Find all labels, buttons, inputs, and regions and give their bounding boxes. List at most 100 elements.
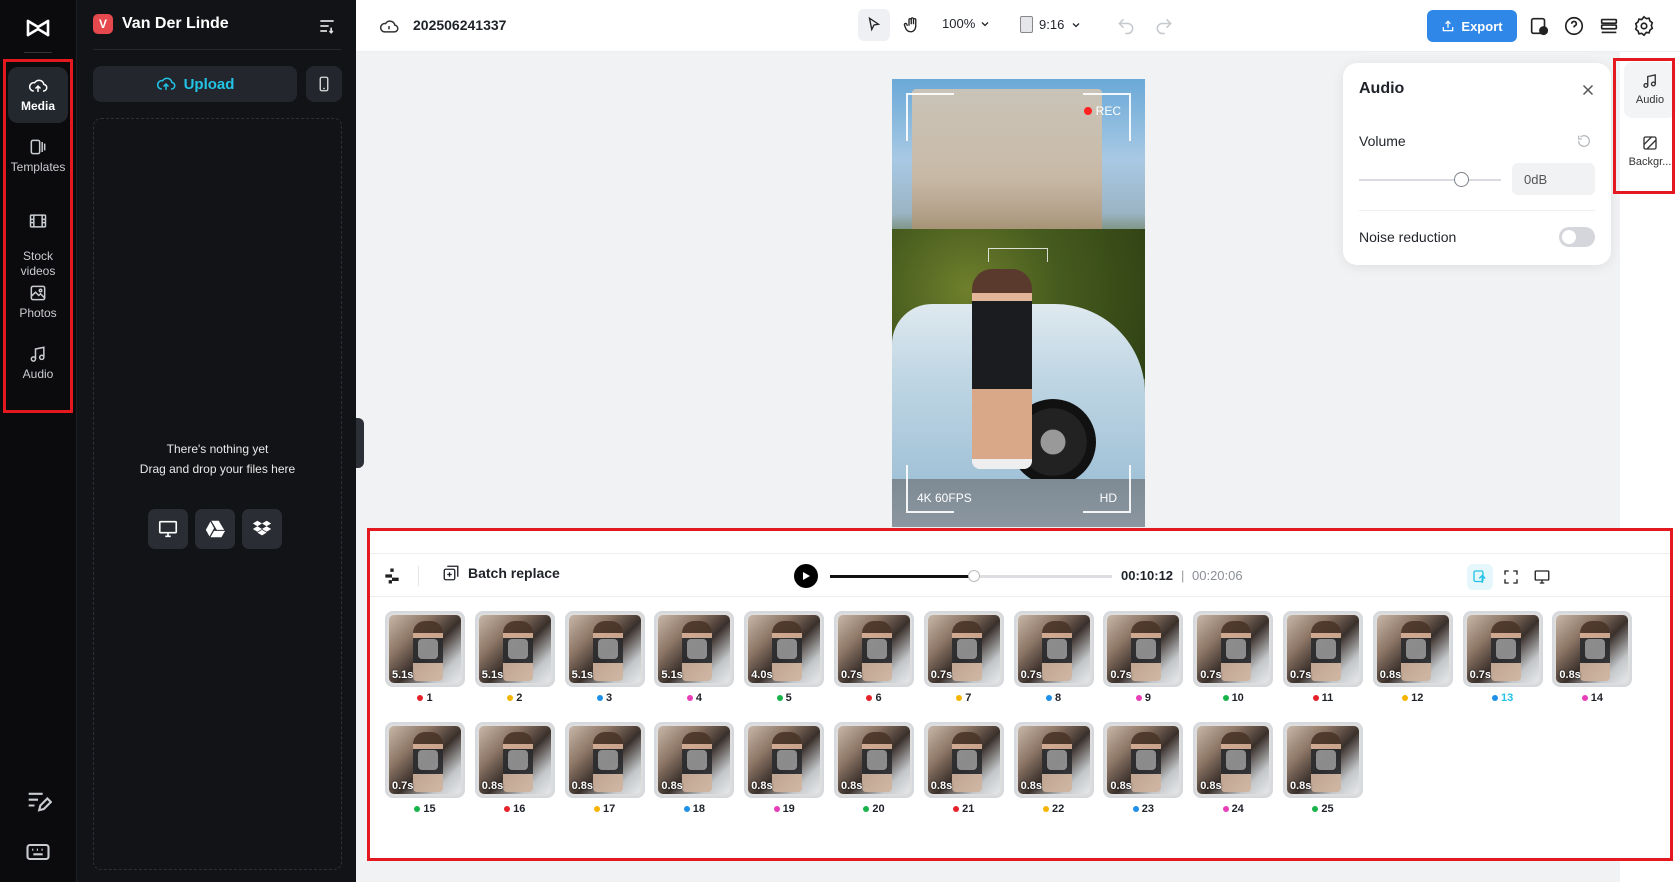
clip-thumbnail[interactable]: 0.7s bbox=[923, 611, 1004, 687]
playback-scrubber[interactable] bbox=[830, 570, 1112, 582]
clip-thumbnail[interactable]: 5.1s bbox=[564, 611, 645, 687]
replace-icon[interactable] bbox=[1405, 639, 1426, 659]
cloud-sync-icon[interactable] bbox=[378, 16, 400, 36]
clip-thumbnail[interactable]: 0.8s bbox=[1552, 611, 1633, 687]
replace-icon[interactable] bbox=[687, 750, 708, 770]
clip-thumbnail[interactable]: 0.8s bbox=[744, 722, 825, 798]
close-icon[interactable] bbox=[1579, 81, 1597, 99]
clip-item[interactable]: 0.8s 20 bbox=[834, 722, 914, 822]
replace-icon[interactable] bbox=[1585, 639, 1606, 659]
volume-slider-handle[interactable] bbox=[1454, 172, 1470, 187]
clip-item[interactable]: 0.7s 8 bbox=[1013, 611, 1094, 711]
clip-item[interactable]: 5.1s 1 bbox=[385, 611, 465, 711]
clip-item[interactable]: 0.8s 12 bbox=[1372, 611, 1453, 711]
help-icon[interactable] bbox=[1563, 15, 1585, 37]
replace-icon[interactable] bbox=[1226, 750, 1247, 770]
replace-icon[interactable] bbox=[956, 750, 977, 770]
clip-item[interactable]: 0.8s 25 bbox=[1283, 722, 1363, 822]
noise-reduction-toggle[interactable] bbox=[1559, 227, 1595, 247]
replace-icon[interactable] bbox=[507, 639, 528, 659]
replace-icon[interactable] bbox=[507, 750, 528, 770]
clip-item[interactable]: 0.7s 15 bbox=[385, 722, 465, 822]
clip-thumbnail[interactable]: 0.7s bbox=[1103, 611, 1184, 687]
dropbox-source-button[interactable] bbox=[242, 509, 282, 549]
clip-thumbnail[interactable]: 0.8s bbox=[564, 722, 645, 798]
clip-thumbnail[interactable]: 0.7s bbox=[385, 722, 465, 798]
batch-replace-button[interactable]: Batch replace bbox=[442, 564, 560, 582]
replace-icon[interactable] bbox=[1316, 750, 1336, 770]
project-header[interactable]: V Van Der Linde bbox=[93, 14, 229, 34]
clip-item[interactable]: 0.8s 17 bbox=[564, 722, 645, 822]
clip-thumbnail[interactable]: 5.1s bbox=[385, 611, 465, 687]
export-button[interactable]: Export bbox=[1427, 10, 1517, 42]
fullscreen-button[interactable] bbox=[1498, 564, 1524, 590]
video-preview[interactable]: REC 4K 60FPS HD bbox=[892, 79, 1145, 527]
clip-thumbnail[interactable]: 0.8s bbox=[923, 722, 1004, 798]
replace-mode-button[interactable] bbox=[1467, 564, 1493, 590]
clip-thumbnail[interactable]: 0.8s bbox=[1193, 722, 1274, 798]
menu-icon[interactable] bbox=[317, 16, 337, 36]
replace-icon[interactable] bbox=[597, 750, 618, 770]
clip-thumbnail[interactable]: 0.8s bbox=[1103, 722, 1184, 798]
replace-icon[interactable] bbox=[777, 639, 798, 659]
replace-icon[interactable] bbox=[867, 750, 887, 770]
play-button[interactable] bbox=[794, 564, 818, 588]
volume-slider-track[interactable] bbox=[1359, 179, 1501, 181]
clip-item[interactable]: 0.8s 19 bbox=[744, 722, 825, 822]
clip-item[interactable]: 0.7s 13 bbox=[1462, 611, 1543, 711]
google-drive-source-button[interactable] bbox=[195, 509, 235, 549]
replace-icon[interactable] bbox=[1046, 750, 1067, 770]
clip-item[interactable]: 0.8s 24 bbox=[1193, 722, 1274, 822]
right-tab-audio[interactable]: Audio bbox=[1624, 62, 1676, 118]
replace-icon[interactable] bbox=[597, 639, 618, 659]
clip-thumbnail[interactable]: 0.7s bbox=[834, 611, 914, 687]
replace-icon[interactable] bbox=[1046, 639, 1067, 659]
replace-icon[interactable] bbox=[777, 750, 798, 770]
settings-icon[interactable] bbox=[1633, 15, 1655, 37]
rail-item-audio[interactable]: Audio bbox=[8, 344, 68, 382]
clip-thumbnail[interactable]: 0.8s bbox=[654, 722, 735, 798]
computer-source-button[interactable] bbox=[148, 509, 188, 549]
edit-notes-icon[interactable] bbox=[24, 788, 52, 816]
drop-zone[interactable]: There's nothing yet Drag and drop your f… bbox=[93, 118, 342, 870]
clip-item[interactable]: 0.7s 11 bbox=[1283, 611, 1363, 711]
rail-item-templates[interactable]: Templates bbox=[8, 137, 68, 175]
capcut-logo-icon[interactable] bbox=[22, 12, 54, 44]
replace-icon[interactable] bbox=[1316, 639, 1336, 659]
clip-item[interactable]: 0.7s 6 bbox=[834, 611, 914, 711]
rail-item-photos[interactable]: Photos bbox=[8, 283, 68, 321]
layers-icon[interactable] bbox=[1598, 15, 1620, 37]
zoom-dropdown[interactable]: 100% bbox=[942, 16, 991, 31]
select-tool-button[interactable] bbox=[858, 9, 890, 41]
publish-icon[interactable] bbox=[1528, 15, 1550, 37]
clip-thumbnail[interactable]: 0.8s bbox=[1372, 611, 1453, 687]
clip-item[interactable]: 0.8s 16 bbox=[474, 722, 555, 822]
clip-item[interactable]: 5.1s 4 bbox=[654, 611, 735, 711]
clip-item[interactable]: 5.1s 3 bbox=[564, 611, 645, 711]
clip-thumbnail[interactable]: 0.7s bbox=[1193, 611, 1274, 687]
replace-icon[interactable] bbox=[1495, 639, 1516, 659]
undo-icon[interactable] bbox=[1116, 16, 1136, 36]
clip-thumbnail[interactable]: 0.7s bbox=[1283, 611, 1363, 687]
replace-icon[interactable] bbox=[1136, 750, 1157, 770]
hand-tool-button[interactable] bbox=[896, 9, 928, 41]
upload-button[interactable]: Upload bbox=[93, 66, 297, 102]
clip-thumbnail[interactable]: 5.1s bbox=[654, 611, 735, 687]
clip-item[interactable]: 4.0s 5 bbox=[744, 611, 825, 711]
replace-icon[interactable] bbox=[687, 639, 708, 659]
keyboard-icon[interactable] bbox=[24, 838, 52, 866]
clip-item[interactable]: 5.1s 2 bbox=[474, 611, 555, 711]
clip-item[interactable]: 0.8s 18 bbox=[654, 722, 735, 822]
replace-icon[interactable] bbox=[956, 639, 977, 659]
preview-display-button[interactable] bbox=[1529, 564, 1555, 590]
right-tab-background[interactable]: Backgr... bbox=[1624, 132, 1676, 168]
clip-item[interactable]: 0.8s 23 bbox=[1103, 722, 1184, 822]
clip-thumbnail[interactable]: 0.8s bbox=[474, 722, 555, 798]
ratio-dropdown[interactable]: 9:16 bbox=[1020, 16, 1082, 33]
clip-thumbnail[interactable]: 5.1s bbox=[474, 611, 555, 687]
file-name[interactable]: 202506241337 bbox=[413, 17, 506, 33]
clip-thumbnail[interactable]: 4.0s bbox=[744, 611, 825, 687]
redo-icon[interactable] bbox=[1154, 16, 1174, 36]
capcut-tool-icon[interactable] bbox=[382, 566, 402, 586]
replace-icon[interactable] bbox=[1226, 639, 1247, 659]
